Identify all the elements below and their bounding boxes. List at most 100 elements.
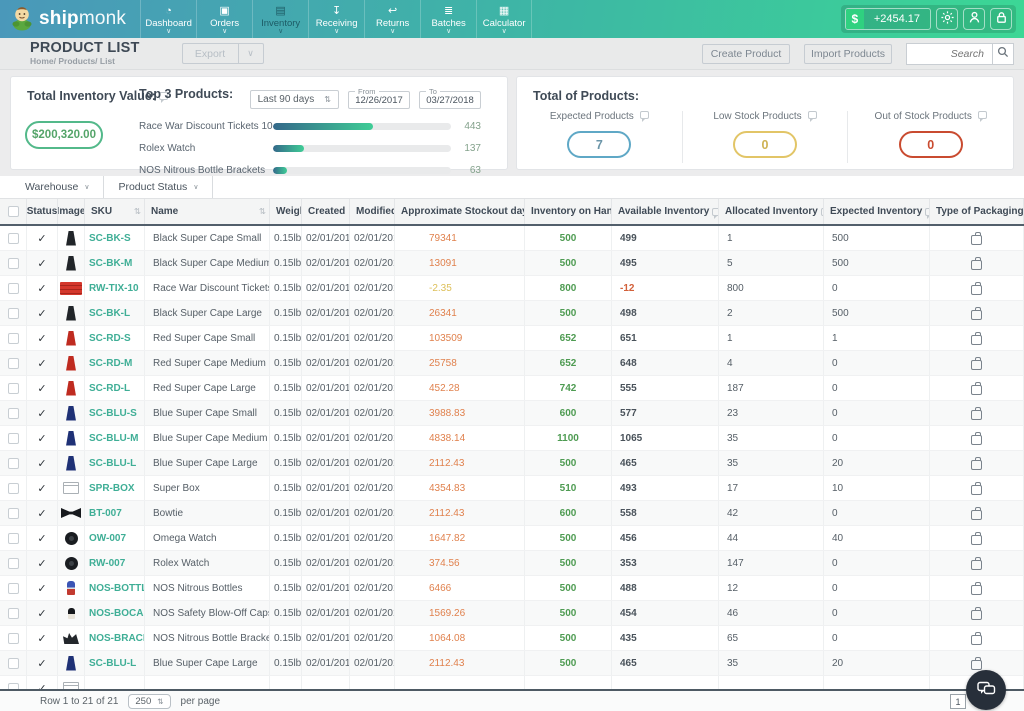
nav-item-receiving[interactable]: ↧Receiving∨ <box>308 0 364 38</box>
column-header-available-inventory[interactable]: Available Inventory⇅ <box>612 199 719 224</box>
product-image <box>65 431 78 446</box>
search-group <box>906 43 1014 65</box>
available-cell: 465 <box>612 451 719 475</box>
row-checkbox[interactable] <box>8 383 19 394</box>
nav-item-dashboard[interactable]: ◔Dashboard∨ <box>140 0 196 38</box>
product-sku-link[interactable]: SPR-BOX <box>89 483 135 494</box>
chevron-down-icon: ∨ <box>278 29 283 35</box>
warehouse-filter[interactable]: Warehouse∨ <box>10 176 104 198</box>
product-sku-link[interactable]: SC-BLU-M <box>89 433 138 444</box>
row-checkbox[interactable] <box>8 633 19 644</box>
on-hand-value: 500 <box>560 583 577 594</box>
row-checkbox[interactable] <box>8 358 19 369</box>
filter-bar: Warehouse∨ Product Status∨ <box>0 176 1024 198</box>
dollar-icon: $ <box>846 8 864 30</box>
product-status-filter[interactable]: Product Status∨ <box>104 176 213 198</box>
column-header-sku[interactable]: SKU⇅ <box>85 199 145 224</box>
row-checkbox[interactable] <box>8 408 19 419</box>
sort-icon: ⇅ <box>259 206 266 217</box>
name-cell: Race War Discount Tickets 10% Off <box>145 276 270 300</box>
top3-heading: Top 3 Products: <box>139 87 233 101</box>
row-checkbox[interactable] <box>8 608 19 619</box>
search-button[interactable] <box>992 43 1014 65</box>
created-cell: 02/01/2018 <box>302 601 350 625</box>
column-header-allocated-inventory[interactable]: Allocated Inventory⇅ <box>719 199 824 224</box>
row-checkbox[interactable] <box>8 658 19 669</box>
per-page-select[interactable]: 250⇅ <box>128 694 170 709</box>
product-sku-link[interactable]: RW-007 <box>89 558 125 569</box>
product-sku-link[interactable]: NOS-BRACKETS <box>89 633 145 644</box>
created-cell: 02/01/2018 <box>302 476 350 500</box>
create-product-button[interactable]: Create Product <box>702 44 790 64</box>
product-sku-link[interactable]: NOS-BOTTLES <box>89 583 145 594</box>
product-sku-link[interactable]: OW-007 <box>89 533 126 544</box>
nav-item-calculator[interactable]: ▦Calculator∨ <box>476 0 532 38</box>
image-cell <box>58 501 85 525</box>
available-cell: 555 <box>612 376 719 400</box>
product-sku-link[interactable]: SC-RD-L <box>89 383 130 394</box>
nav-item-inventory[interactable]: ▤Inventory∨ <box>252 0 308 38</box>
export-dropdown-button[interactable]: ∨ <box>238 43 264 64</box>
product-sku-link[interactable]: RW-TIX-10 <box>89 283 139 294</box>
date-from-field[interactable]: From 12/26/2017 <box>348 87 410 109</box>
row-checkbox[interactable] <box>8 533 19 544</box>
select-all-checkbox[interactable] <box>8 206 19 217</box>
package-icon <box>971 235 982 245</box>
brand-logo[interactable]: shipmonk <box>0 0 140 38</box>
sku-cell: SC-BLU-S <box>85 401 145 425</box>
export-group: Export ∨ <box>182 43 264 64</box>
date-to-field[interactable]: To 03/27/2018 <box>419 87 481 109</box>
logout-button[interactable] <box>990 8 1012 30</box>
column-label: Inventory on Hand <box>531 206 612 217</box>
product-sku-link[interactable]: NOS-BOCAPS <box>89 608 145 619</box>
name-cell: Rolex Watch <box>145 551 270 575</box>
product-sku-link[interactable]: SC-RD-M <box>89 358 132 369</box>
allocated-cell: 147 <box>719 551 824 575</box>
period-select[interactable]: Last 90 days⇅ <box>250 90 339 109</box>
row-checkbox[interactable] <box>8 308 19 319</box>
product-sku-link[interactable]: SC-BLU-L <box>89 658 136 669</box>
nav-item-batches[interactable]: ≣Batches∨ <box>420 0 476 38</box>
allocated-cell: 35 <box>719 426 824 450</box>
export-button[interactable]: Export <box>182 43 238 64</box>
page-number-button[interactable]: 1 <box>950 694 966 709</box>
package-icon <box>971 260 982 270</box>
row-checkbox[interactable] <box>8 283 19 294</box>
balance-widget[interactable]: $ +2454.17 <box>845 8 931 30</box>
status-check-icon: ✓ <box>37 382 46 395</box>
product-sku-link[interactable]: SC-BLU-S <box>89 408 137 419</box>
profile-button[interactable] <box>963 8 985 30</box>
row-checkbox[interactable] <box>8 508 19 519</box>
product-sku-link[interactable]: BT-007 <box>89 508 122 519</box>
row-checkbox[interactable] <box>8 258 19 269</box>
settings-button[interactable] <box>936 8 958 30</box>
column-header-expected-inventory[interactable]: Expected Inventory⇅ <box>824 199 930 224</box>
status-cell: ✓ <box>27 376 58 400</box>
chat-widget-button[interactable] <box>966 670 1006 710</box>
row-checkbox[interactable] <box>8 458 19 469</box>
column-header-type-of-packaging[interactable]: Type of Packaging⇅ <box>930 199 1024 224</box>
row-checkbox[interactable] <box>8 483 19 494</box>
product-sku-link[interactable]: SC-BK-L <box>89 308 130 319</box>
row-checkbox[interactable] <box>8 583 19 594</box>
nav-item-orders[interactable]: ▣Orders∨ <box>196 0 252 38</box>
row-checkbox[interactable] <box>8 433 19 444</box>
product-sku-link[interactable]: SC-RD-S <box>89 333 131 344</box>
allocated-cell <box>719 676 824 689</box>
row-checkbox[interactable] <box>8 558 19 569</box>
totals-card: Total of Products: Expected Products7Low… <box>516 76 1014 170</box>
column-header-name[interactable]: Name⇅ <box>145 199 270 224</box>
import-products-button[interactable]: Import Products <box>804 44 892 64</box>
product-sku-link[interactable]: SC-BLU-L <box>89 458 136 469</box>
search-input[interactable] <box>906 43 992 65</box>
product-sku-link[interactable]: SC-BK-M <box>89 258 132 269</box>
nav-item-returns[interactable]: ↩Returns∨ <box>364 0 420 38</box>
sku-cell: SC-BLU-L <box>85 651 145 675</box>
row-checkbox[interactable] <box>8 333 19 344</box>
top3-bar-fill <box>273 123 373 130</box>
product-image <box>63 632 79 644</box>
column-label: Modified <box>356 206 395 217</box>
top3-row: Rolex Watch137 <box>139 143 481 154</box>
product-sku-link[interactable]: SC-BK-S <box>89 233 131 244</box>
row-checkbox[interactable] <box>8 233 19 244</box>
